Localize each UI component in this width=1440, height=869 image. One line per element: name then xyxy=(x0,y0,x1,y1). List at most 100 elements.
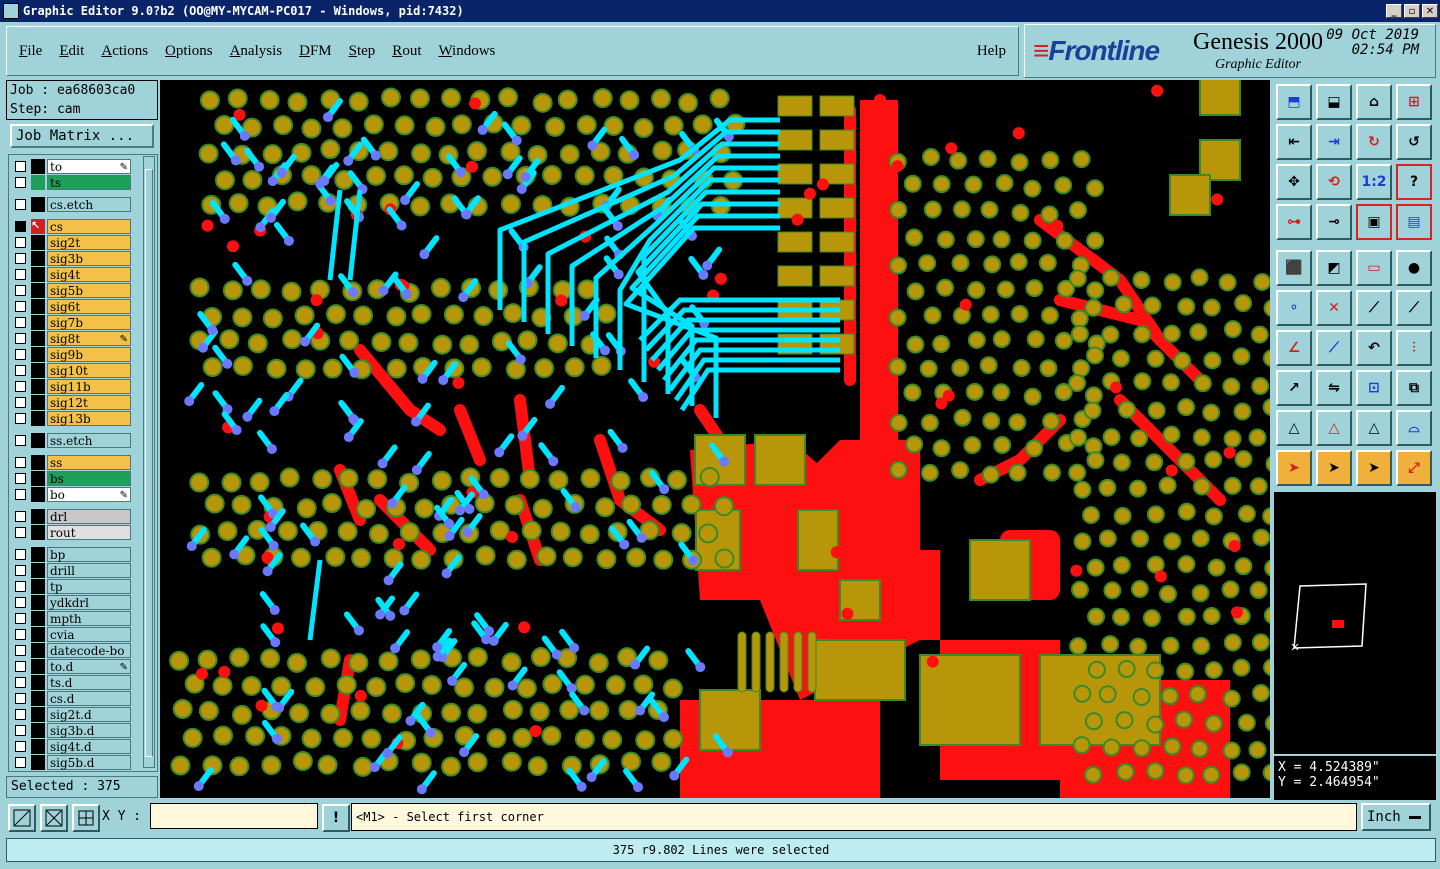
layer-name[interactable]: cs.etch xyxy=(47,197,131,212)
zoom-in-icon[interactable]: ↺ xyxy=(1396,124,1432,160)
mirror-icon[interactable]: ⇋ xyxy=(1316,370,1352,406)
layer-color-swatch[interactable] xyxy=(31,175,45,190)
layer-color-swatch[interactable] xyxy=(31,455,45,470)
layer-color-swatch[interactable] xyxy=(31,363,45,378)
layer-checkbox[interactable] xyxy=(15,397,26,408)
layer-row-sig2t[interactable]: sig2t xyxy=(11,235,133,250)
layer-row-bs[interactable]: bs xyxy=(11,471,133,486)
layer-checkbox[interactable] xyxy=(15,511,26,522)
layer-checkbox[interactable] xyxy=(15,199,26,210)
execute-button[interactable]: ! xyxy=(322,804,350,832)
layer-color-swatch[interactable] xyxy=(31,563,45,578)
layer-name[interactable]: tp xyxy=(47,579,131,594)
layer-color-swatch[interactable] xyxy=(31,723,45,738)
undo-rotate-icon[interactable]: ↶ xyxy=(1356,330,1392,366)
layer-checkbox[interactable] xyxy=(15,527,26,538)
xy-input[interactable] xyxy=(150,803,318,829)
layer-color-swatch[interactable] xyxy=(31,579,45,594)
layer-color-swatch[interactable] xyxy=(31,283,45,298)
layer-checkbox[interactable] xyxy=(15,349,26,360)
select-icon[interactable]: ➤ xyxy=(1276,450,1312,486)
layer-row-sig13b[interactable]: sig13b xyxy=(11,411,133,426)
layers-compare-icon[interactable]: ▣ xyxy=(1356,204,1392,240)
layer-checkbox[interactable] xyxy=(15,661,26,672)
close-button[interactable]: ✕ xyxy=(1422,4,1438,18)
redraw-icon[interactable]: ⟲ xyxy=(1316,164,1352,200)
layer-color-swatch[interactable] xyxy=(31,675,45,690)
fill-icon[interactable]: ⬛ xyxy=(1276,250,1312,286)
layer-color-swatch[interactable] xyxy=(31,525,45,540)
layer-name[interactable]: sig2t xyxy=(47,235,131,250)
line-node-icon[interactable]: ⟋ xyxy=(1356,290,1392,326)
layer-checkbox[interactable] xyxy=(15,253,26,264)
layer-checkbox[interactable] xyxy=(15,489,26,500)
layer-color-swatch[interactable] xyxy=(31,691,45,706)
layer-checkbox[interactable] xyxy=(15,597,26,608)
layer-row-sig10t[interactable]: sig10t xyxy=(11,363,133,378)
layer-name[interactable]: sig9b xyxy=(47,347,131,362)
layer-color-swatch[interactable] xyxy=(31,627,45,642)
layer-row-tp[interactable]: tp xyxy=(11,579,133,594)
layer-name[interactable]: sig7b xyxy=(47,315,131,330)
peak-icon[interactable]: △ xyxy=(1316,410,1352,446)
layer-row-sig3b[interactable]: sig3b xyxy=(11,251,133,266)
pcb-view[interactable] xyxy=(160,80,1270,798)
layer-name[interactable]: to.d ✎ xyxy=(47,659,131,674)
layer-row-cs-d[interactable]: cs.d xyxy=(11,691,133,706)
layer-checkbox[interactable] xyxy=(15,177,26,188)
layer-checkbox[interactable] xyxy=(15,413,26,424)
layer-color-swatch[interactable]: ↖ xyxy=(31,219,45,234)
layer-color-swatch[interactable] xyxy=(31,395,45,410)
layer-color-swatch[interactable] xyxy=(31,739,45,754)
layer-checkbox[interactable] xyxy=(15,473,26,484)
layer-name[interactable]: sig8t ✎ xyxy=(47,331,131,346)
layer-color-swatch[interactable] xyxy=(31,611,45,626)
layer-row-mpth[interactable]: mpth xyxy=(11,611,133,626)
select-box-icon[interactable]: ➤ xyxy=(1316,450,1352,486)
menu-actions[interactable]: Actions xyxy=(101,43,148,60)
layer-color-swatch[interactable] xyxy=(31,487,45,502)
layer-checkbox[interactable] xyxy=(15,645,26,656)
layer-name[interactable]: ts.d xyxy=(47,675,131,690)
select-net-icon[interactable]: ⤢ xyxy=(1396,450,1432,486)
scroll-thumb[interactable] xyxy=(145,169,153,757)
layer-color-swatch[interactable] xyxy=(31,347,45,362)
menu-options[interactable]: Options xyxy=(165,43,213,60)
pan-right-icon[interactable]: ⇥ xyxy=(1316,124,1352,160)
layer-row-sig9b[interactable]: sig9b xyxy=(11,347,133,362)
layer-name[interactable]: datecode-bo xyxy=(47,643,131,658)
move-icon[interactable]: ↗ xyxy=(1276,370,1312,406)
layer-name[interactable]: sig11b xyxy=(47,379,131,394)
layer-name[interactable]: sig5b xyxy=(47,283,131,298)
menu-rout[interactable]: Rout xyxy=(392,43,421,60)
measure-icon[interactable]: ⊸ xyxy=(1316,204,1352,240)
layer-checkbox[interactable] xyxy=(15,725,26,736)
layer-name[interactable]: bs xyxy=(47,471,131,486)
layer-row-rout[interactable]: rout xyxy=(11,525,133,540)
snap-center-button[interactable] xyxy=(40,804,68,832)
layer-row-sig6t[interactable]: sig6t xyxy=(11,299,133,314)
layer-checkbox[interactable] xyxy=(15,757,26,768)
layer-checkbox[interactable] xyxy=(15,457,26,468)
menu-edit[interactable]: Edit xyxy=(59,43,84,60)
menu-dfm[interactable]: DFM xyxy=(299,43,332,60)
layer-checkbox[interactable] xyxy=(15,237,26,248)
resize-icon[interactable]: ⊡ xyxy=(1356,370,1392,406)
layer-checkbox[interactable] xyxy=(15,629,26,640)
layer-checkbox[interactable] xyxy=(15,549,26,560)
layer-name[interactable]: sig3b.d xyxy=(47,723,131,738)
layer-name[interactable]: sig12t xyxy=(47,395,131,410)
pan-center-icon[interactable]: ✥ xyxy=(1276,164,1312,200)
layer-row-ss-etch[interactable]: ss.etch xyxy=(11,433,133,448)
layer-color-swatch[interactable] xyxy=(31,509,45,524)
layer-name[interactable]: cs.d xyxy=(47,691,131,706)
minimize-button[interactable]: _ xyxy=(1386,4,1402,18)
layer-checkbox[interactable] xyxy=(15,435,26,446)
layer-checkbox[interactable] xyxy=(15,301,26,312)
graphic-canvas[interactable] xyxy=(160,80,1270,798)
layer-color-swatch[interactable] xyxy=(31,411,45,426)
layer-checkbox[interactable] xyxy=(15,677,26,688)
zoom-profile-icon[interactable]: ⌂ xyxy=(1356,84,1392,120)
layer-name[interactable]: sig6t xyxy=(47,299,131,314)
layer-row-sig11b[interactable]: sig11b xyxy=(11,379,133,394)
